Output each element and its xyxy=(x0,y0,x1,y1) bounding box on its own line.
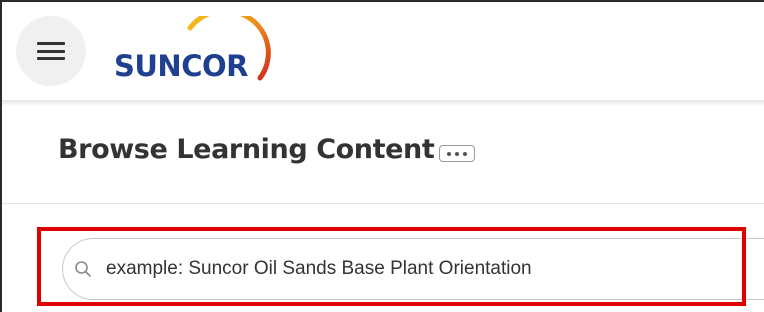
page-title: Browse Learning Content xyxy=(58,134,435,165)
related-actions-button[interactable] xyxy=(439,145,475,162)
hamburger-menu-icon xyxy=(37,42,65,60)
logo-text: SUNCOR xyxy=(114,49,248,83)
menu-button[interactable] xyxy=(16,16,86,86)
header-shadow xyxy=(2,100,764,106)
ellipsis-icon xyxy=(447,151,451,156)
section-divider xyxy=(2,203,764,204)
top-header: SUNCOR xyxy=(2,2,764,100)
annotation-highlight-box xyxy=(37,227,746,306)
